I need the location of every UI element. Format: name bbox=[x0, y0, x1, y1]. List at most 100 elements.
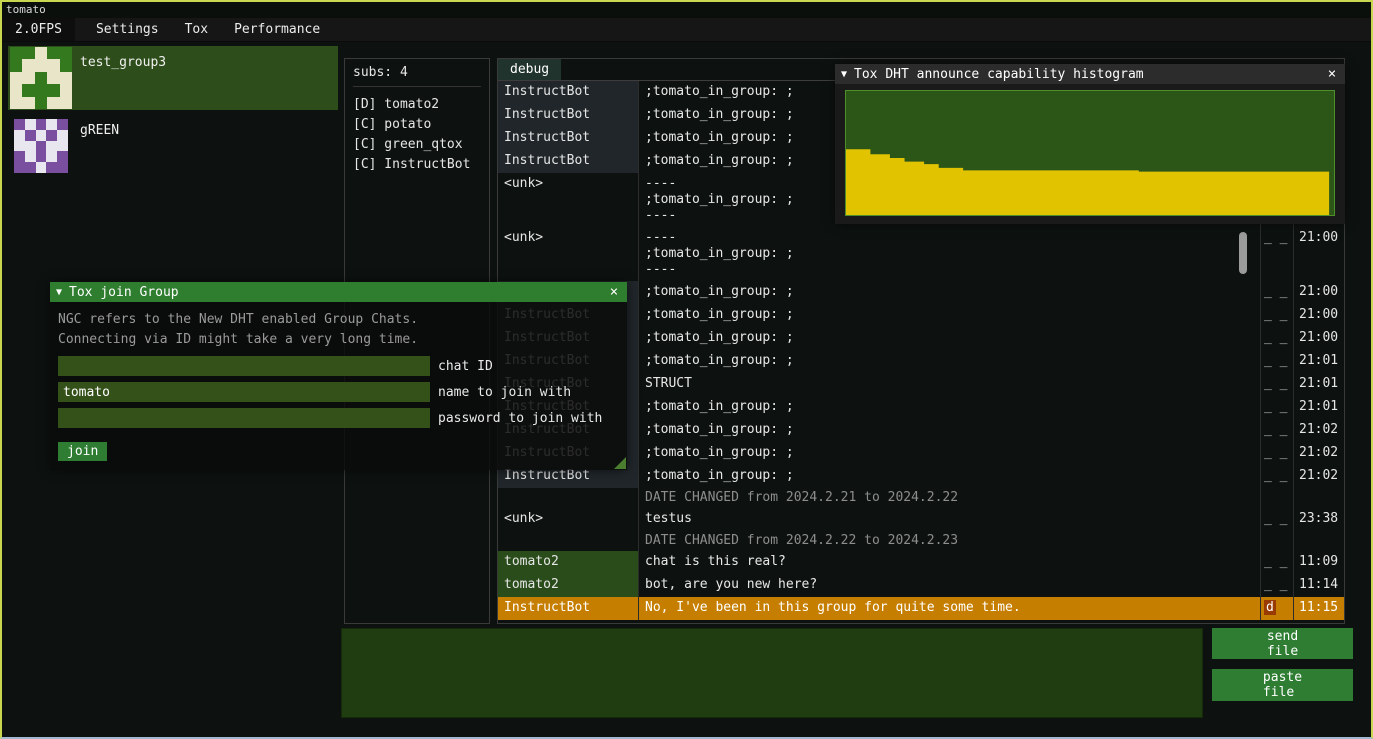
menu-item-label: 2.0FPS bbox=[15, 22, 62, 37]
menu-item[interactable]: 2.0FPS bbox=[2, 18, 75, 41]
chat-message-row[interactable]: tomato2 chat is this real? _ _ 11:09 bbox=[498, 551, 1344, 574]
message-time: 11:14 bbox=[1294, 574, 1344, 597]
message-status: _ _ bbox=[1261, 373, 1293, 396]
message-sender: InstructBot bbox=[498, 81, 638, 104]
chat-message-row[interactable]: <unk> testus _ _ 23:38 bbox=[498, 508, 1344, 531]
message-text: ;tomato_in_group: ; bbox=[639, 304, 1260, 327]
message-text: ;tomato_in_group: ; bbox=[639, 419, 1260, 442]
message-sender: <unk> bbox=[498, 508, 638, 531]
chat-message-row[interactable]: InstructBot No, I've been in this group … bbox=[498, 597, 1344, 620]
histogram-window: ▼ Tox DHT announce capability histogram … bbox=[835, 64, 1345, 224]
message-time: 11:09 bbox=[1294, 551, 1344, 574]
histogram-area bbox=[846, 149, 1329, 215]
chat-message-row[interactable]: DATE CHANGED from 2024.2.21 to 2024.2.22 bbox=[498, 488, 1344, 508]
message-time: 21:00 bbox=[1294, 281, 1344, 304]
menu-item[interactable]: Performance bbox=[221, 18, 333, 41]
histogram-window-titlebar[interactable]: ▼ Tox DHT announce capability histogram … bbox=[835, 64, 1345, 84]
message-text: ;tomato_in_group: ; bbox=[639, 442, 1260, 465]
join-info-line1: NGC refers to the New DHT enabled Group … bbox=[58, 310, 619, 330]
chat-message-row[interactable]: DATE CHANGED from 2024.2.22 to 2024.2.23 bbox=[498, 531, 1344, 551]
message-status: _ _ bbox=[1261, 281, 1293, 304]
menu-item[interactable]: Tox bbox=[172, 18, 221, 41]
message-text: DATE CHANGED from 2024.2.22 to 2024.2.23 bbox=[639, 531, 1260, 551]
message-time: 23:38 bbox=[1294, 508, 1344, 531]
subscriber-item[interactable]: [C] potato bbox=[353, 115, 481, 135]
subscriber-item[interactable]: [C] InstructBot bbox=[353, 155, 481, 175]
join-field-row: password to join with bbox=[58, 408, 619, 428]
message-text: ;tomato_in_group: ; bbox=[639, 327, 1260, 350]
group-avatar bbox=[14, 119, 68, 173]
join-field-label: password to join with bbox=[438, 411, 602, 426]
window-title: tomato bbox=[6, 3, 46, 16]
join-group-window: ▼ Tox join Group × NGC refers to the New… bbox=[50, 282, 627, 470]
message-time: 21:00 bbox=[1294, 227, 1344, 281]
subscriber-item[interactable]: [D] tomato2 bbox=[353, 95, 481, 115]
message-text: ;tomato_in_group: ; bbox=[639, 350, 1260, 373]
subscriber-item[interactable]: [C] green_qtox bbox=[353, 135, 481, 155]
menu-item-label: Performance bbox=[234, 22, 320, 37]
message-sender: InstructBot bbox=[498, 104, 638, 127]
message-sender: InstructBot bbox=[498, 150, 638, 173]
message-text: ;tomato_in_group: ; bbox=[639, 465, 1260, 488]
join-field-label: name to join with bbox=[438, 385, 571, 400]
message-sender: InstructBot bbox=[498, 127, 638, 150]
close-icon[interactable]: × bbox=[607, 285, 621, 299]
message-status: _ _ bbox=[1261, 442, 1293, 465]
histogram-plot bbox=[845, 90, 1335, 216]
message-status: _ _ bbox=[1261, 350, 1293, 373]
join-field-input[interactable] bbox=[58, 408, 430, 428]
message-status: _ _ bbox=[1261, 574, 1293, 597]
join-field-input[interactable] bbox=[58, 382, 430, 402]
menu-item[interactable]: Settings bbox=[83, 18, 172, 41]
message-status: _ _ bbox=[1261, 508, 1293, 531]
message-time bbox=[1294, 488, 1344, 508]
message-text: STRUCT bbox=[639, 373, 1260, 396]
join-window-titlebar[interactable]: ▼ Tox join Group × bbox=[50, 282, 627, 302]
join-button[interactable]: join bbox=[58, 442, 107, 461]
message-text: bot, are you new here? bbox=[639, 574, 1260, 597]
chat-message-row[interactable]: tomato2 bot, are you new here? _ _ 11:14 bbox=[498, 574, 1344, 597]
window-titlebar[interactable]: tomato bbox=[2, 2, 1371, 18]
app-window: tomato 2.0FPS Settings Tox Performance t… bbox=[0, 0, 1373, 739]
group-avatar bbox=[10, 47, 72, 109]
message-text: testus bbox=[639, 508, 1260, 531]
message-status bbox=[1261, 488, 1293, 508]
message-sender: tomato2 bbox=[498, 551, 638, 574]
message-sender: <unk> bbox=[498, 227, 638, 281]
roster-group-item[interactable]: gREEN bbox=[8, 114, 338, 178]
message-sender: tomato2 bbox=[498, 574, 638, 597]
close-icon[interactable]: × bbox=[1325, 67, 1339, 81]
join-field-input[interactable] bbox=[58, 356, 430, 376]
group-name: test_group3 bbox=[80, 46, 166, 110]
message-sender: InstructBot bbox=[498, 597, 638, 620]
message-status: _ _ bbox=[1261, 396, 1293, 419]
chat-message-row[interactable]: <unk> ---- ;tomato_in_group: ; ---- _ _ … bbox=[498, 227, 1344, 281]
join-window-title: Tox join Group bbox=[69, 285, 600, 300]
join-field-row: chat ID bbox=[58, 356, 619, 376]
paste-file-button[interactable]: paste file bbox=[1212, 669, 1353, 701]
menu-bar: 2.0FPS Settings Tox Performance bbox=[2, 18, 1371, 42]
message-time: 21:01 bbox=[1294, 396, 1344, 419]
histogram-svg bbox=[846, 91, 1334, 215]
message-status: _ _ bbox=[1261, 327, 1293, 350]
message-time: 21:00 bbox=[1294, 327, 1344, 350]
histogram-window-title: Tox DHT announce capability histogram bbox=[854, 67, 1318, 82]
chat-scrollbar-thumb[interactable] bbox=[1239, 232, 1247, 274]
message-text: No, I've been in this group for quite so… bbox=[639, 597, 1260, 620]
paste-file-label: paste file bbox=[1263, 670, 1302, 700]
send-file-button[interactable]: send file bbox=[1212, 628, 1353, 659]
message-time: 21:01 bbox=[1294, 350, 1344, 373]
message-input[interactable] bbox=[341, 628, 1203, 718]
roster-group-item[interactable]: test_group3 bbox=[8, 46, 338, 110]
message-status: _ _ bbox=[1261, 551, 1293, 574]
group-list: test_group3 gREEN bbox=[8, 46, 338, 182]
collapse-arrow-icon[interactable]: ▼ bbox=[841, 69, 847, 80]
send-file-label: send file bbox=[1267, 629, 1298, 659]
resize-grip-icon[interactable] bbox=[614, 457, 626, 469]
collapse-arrow-icon[interactable]: ▼ bbox=[56, 287, 62, 298]
group-name: gREEN bbox=[80, 114, 119, 178]
message-time: 21:02 bbox=[1294, 419, 1344, 442]
message-status: _ _ bbox=[1261, 304, 1293, 327]
message-status: d bbox=[1261, 597, 1293, 620]
tab-debug[interactable]: debug bbox=[498, 59, 561, 80]
